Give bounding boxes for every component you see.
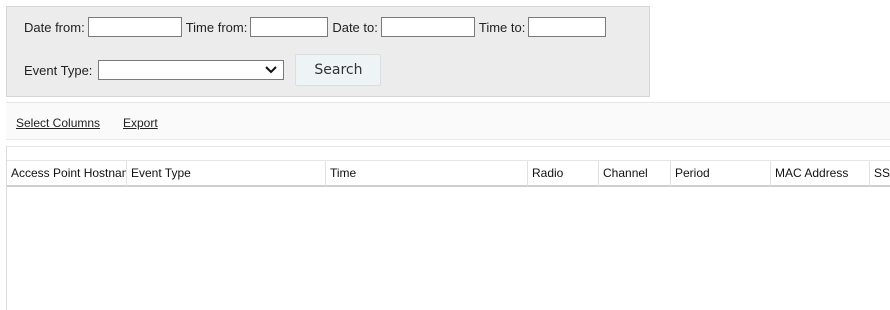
- search-button[interactable]: Search: [295, 54, 382, 86]
- date-from-label: Date from:: [24, 19, 85, 35]
- filter-row-datetime: Date from: Time from: Date to: Time to:: [24, 17, 610, 37]
- column-header-period[interactable]: Period: [671, 161, 771, 186]
- export-link[interactable]: Export: [123, 116, 158, 130]
- select-columns-link[interactable]: Select Columns: [16, 116, 100, 130]
- event-type-label: Event Type:: [24, 62, 93, 78]
- date-from-input[interactable]: [87, 17, 182, 37]
- column-header-time[interactable]: Time: [326, 161, 528, 186]
- grid-top-border: [7, 146, 890, 159]
- date-to-input[interactable]: [380, 17, 475, 37]
- time-to-input[interactable]: [528, 17, 607, 37]
- grid-toolbar: Select Columns Export: [6, 102, 890, 140]
- filter-row-event: Event Type: Search: [24, 54, 382, 86]
- column-header-event-type[interactable]: Event Type: [127, 161, 326, 186]
- column-header-radio[interactable]: Radio: [528, 161, 599, 186]
- time-from-label: Time from:: [185, 19, 248, 35]
- filter-panel: Date from: Time from: Date to: Time to: …: [6, 6, 650, 97]
- column-header-mac-address[interactable]: MAC Address: [771, 161, 870, 186]
- date-to-label: Date to:: [332, 19, 378, 35]
- time-from-input[interactable]: [250, 17, 329, 37]
- chevron-down-icon: [265, 66, 278, 74]
- column-header-channel[interactable]: Channel: [599, 161, 671, 186]
- time-to-label: Time to:: [478, 19, 526, 35]
- grid-header: Access Point Hostname Event Type Time Ra…: [7, 160, 890, 187]
- grid-body: [7, 187, 890, 310]
- events-grid: Access Point Hostname Event Type Time Ra…: [6, 146, 890, 310]
- column-header-access-point-hostname[interactable]: Access Point Hostname: [7, 161, 127, 186]
- event-type-select[interactable]: [98, 60, 285, 80]
- column-header-ssid[interactable]: SSID: [870, 161, 890, 186]
